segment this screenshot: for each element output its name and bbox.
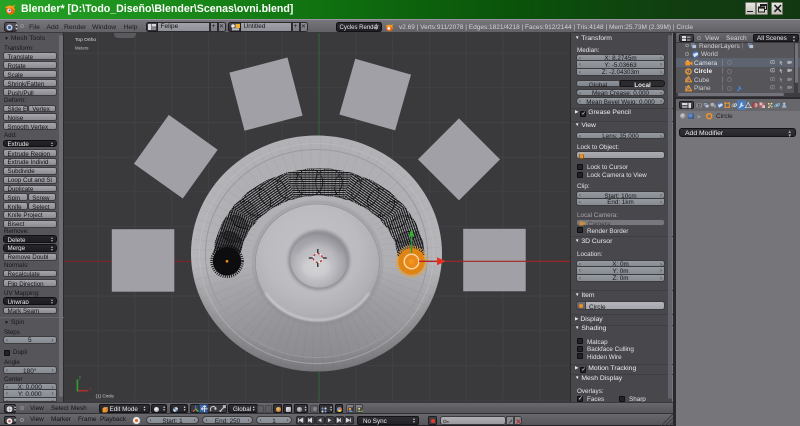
svg-text:Meters: Meters	[75, 46, 89, 51]
svg-text:(1) Circle: (1) Circle	[96, 394, 115, 399]
svg-text:Top Ortho: Top Ortho	[75, 37, 96, 43]
